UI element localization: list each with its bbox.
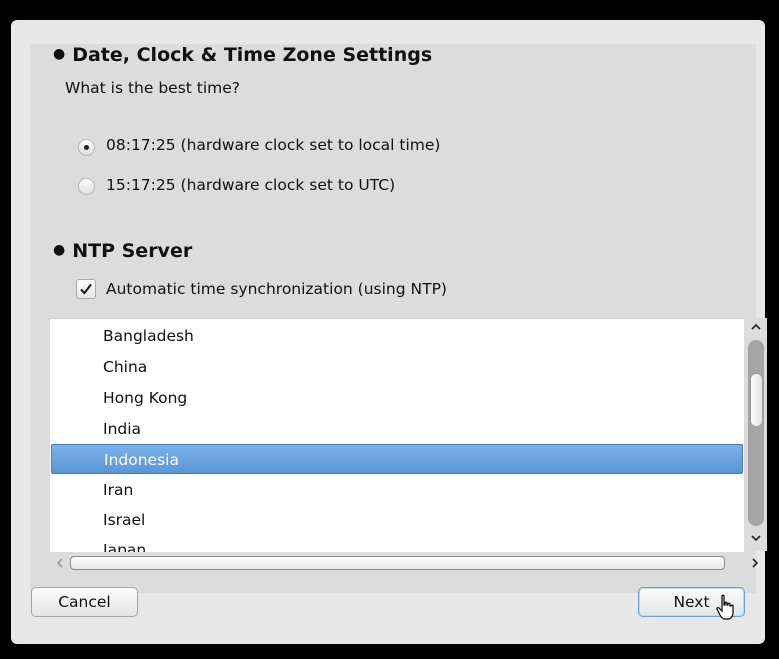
chevron-left-icon[interactable] (55, 557, 65, 572)
dialog-content-panel: ● Date, Clock & Time Zone Settings What i… (30, 44, 767, 593)
horizontal-scroll-thumb[interactable] (70, 556, 725, 570)
list-item[interactable]: Japan (50, 535, 744, 552)
ntp-server-heading-text: NTP Server (72, 240, 193, 262)
mouse-pointer-icon (716, 594, 736, 626)
vertical-scroll-thumb[interactable] (750, 373, 763, 427)
list-item[interactable]: Hong Kong (50, 383, 744, 413)
checkmark-icon (80, 283, 92, 295)
ntp-server-country-list[interactable]: Bangladesh China Hong Kong India Indones… (50, 318, 744, 552)
ntp-server-heading: ● NTP Server (53, 240, 193, 262)
vertical-scroll-track[interactable] (748, 340, 764, 526)
time-settings-heading: ● Date, Clock & Time Zone Settings (53, 44, 433, 66)
list-item[interactable]: India (50, 414, 744, 444)
chevron-up-icon[interactable] (750, 322, 762, 335)
list-item-selected[interactable]: Indonesia (51, 444, 743, 474)
settings-dialog: ● Date, Clock & Time Zone Settings What i… (11, 20, 767, 644)
list-item[interactable]: Israel (50, 505, 744, 535)
vertical-scrollbar[interactable] (745, 318, 767, 551)
radio-selected-dot (84, 145, 89, 150)
list-item[interactable]: Bangladesh (50, 321, 744, 351)
chevron-down-icon[interactable] (750, 533, 762, 546)
radio-utc-time-label[interactable]: 15:17:25 (hardware clock set to UTC) (106, 176, 395, 194)
auto-sync-checkbox[interactable] (76, 279, 96, 299)
time-settings-heading-text: Date, Clock & Time Zone Settings (72, 44, 433, 66)
auto-sync-label[interactable]: Automatic time synchronization (using NT… (106, 280, 447, 298)
cancel-button[interactable]: Cancel (31, 587, 138, 617)
chevron-right-icon[interactable] (750, 557, 760, 572)
radio-local-time[interactable] (78, 139, 95, 156)
radio-utc-time[interactable] (78, 178, 95, 195)
radio-local-time-label[interactable]: 08:17:25 (hardware clock set to local ti… (106, 136, 440, 154)
list-item[interactable]: Iran (50, 475, 744, 505)
time-question-label: What is the best time? (65, 79, 241, 97)
horizontal-scrollbar[interactable] (50, 552, 759, 574)
list-item[interactable]: China (50, 352, 744, 382)
